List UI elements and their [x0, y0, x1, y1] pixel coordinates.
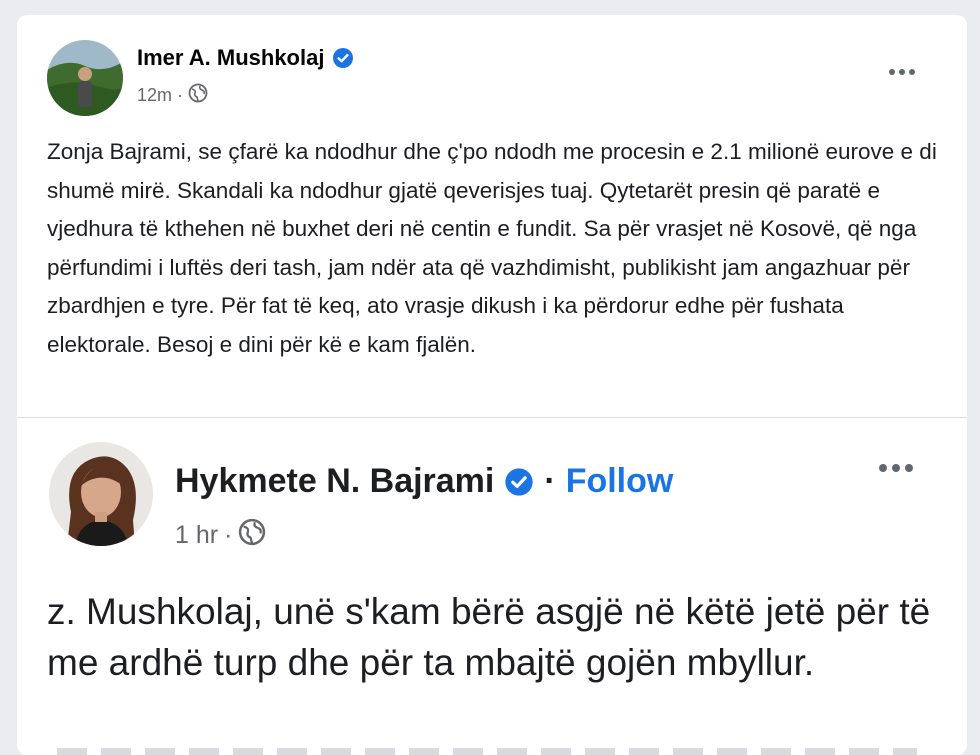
author-avatar[interactable]: [47, 40, 123, 116]
meta-separator: ·: [177, 85, 184, 105]
cropped-text-line: [57, 748, 917, 755]
shared-author-avatar[interactable]: [49, 442, 153, 546]
shared-post-meta: 1 hr ·: [175, 518, 266, 553]
shared-author-row: Hykmete N. Bajrami · Follow: [175, 462, 673, 501]
verified-badge-icon: [504, 467, 534, 497]
verified-badge-icon: [332, 47, 354, 69]
follow-button[interactable]: Follow: [566, 462, 674, 501]
shared-author-name[interactable]: Hykmete N. Bajrami: [175, 462, 494, 501]
post-meta: 12m ·: [137, 83, 208, 108]
author-row: Imer A. Mushkolaj: [137, 45, 354, 71]
more-options-icon[interactable]: [889, 69, 915, 75]
shared-post-time[interactable]: 1 hr: [175, 521, 218, 550]
shared-post-text: z. Mushkolaj, unë s'kam bërë asgjë në kë…: [47, 591, 931, 683]
post-card: Imer A. Mushkolaj 12m · Zonja Bajrami, s…: [17, 15, 967, 755]
shared-more-options-icon[interactable]: [879, 464, 913, 472]
globe-icon: [188, 83, 208, 108]
shared-post: Hykmete N. Bajrami · Follow 1 hr · z. Mu…: [17, 418, 967, 755]
meta-separator: ·: [224, 521, 233, 549]
globe-icon: [238, 518, 266, 553]
post-time[interactable]: 12m: [137, 85, 172, 106]
follow-separator: ·: [544, 462, 556, 500]
author-name[interactable]: Imer A. Mushkolaj: [137, 45, 324, 71]
post-text: Zonja Bajrami, se çfarë ka ndodhur dhe ç…: [47, 139, 937, 357]
